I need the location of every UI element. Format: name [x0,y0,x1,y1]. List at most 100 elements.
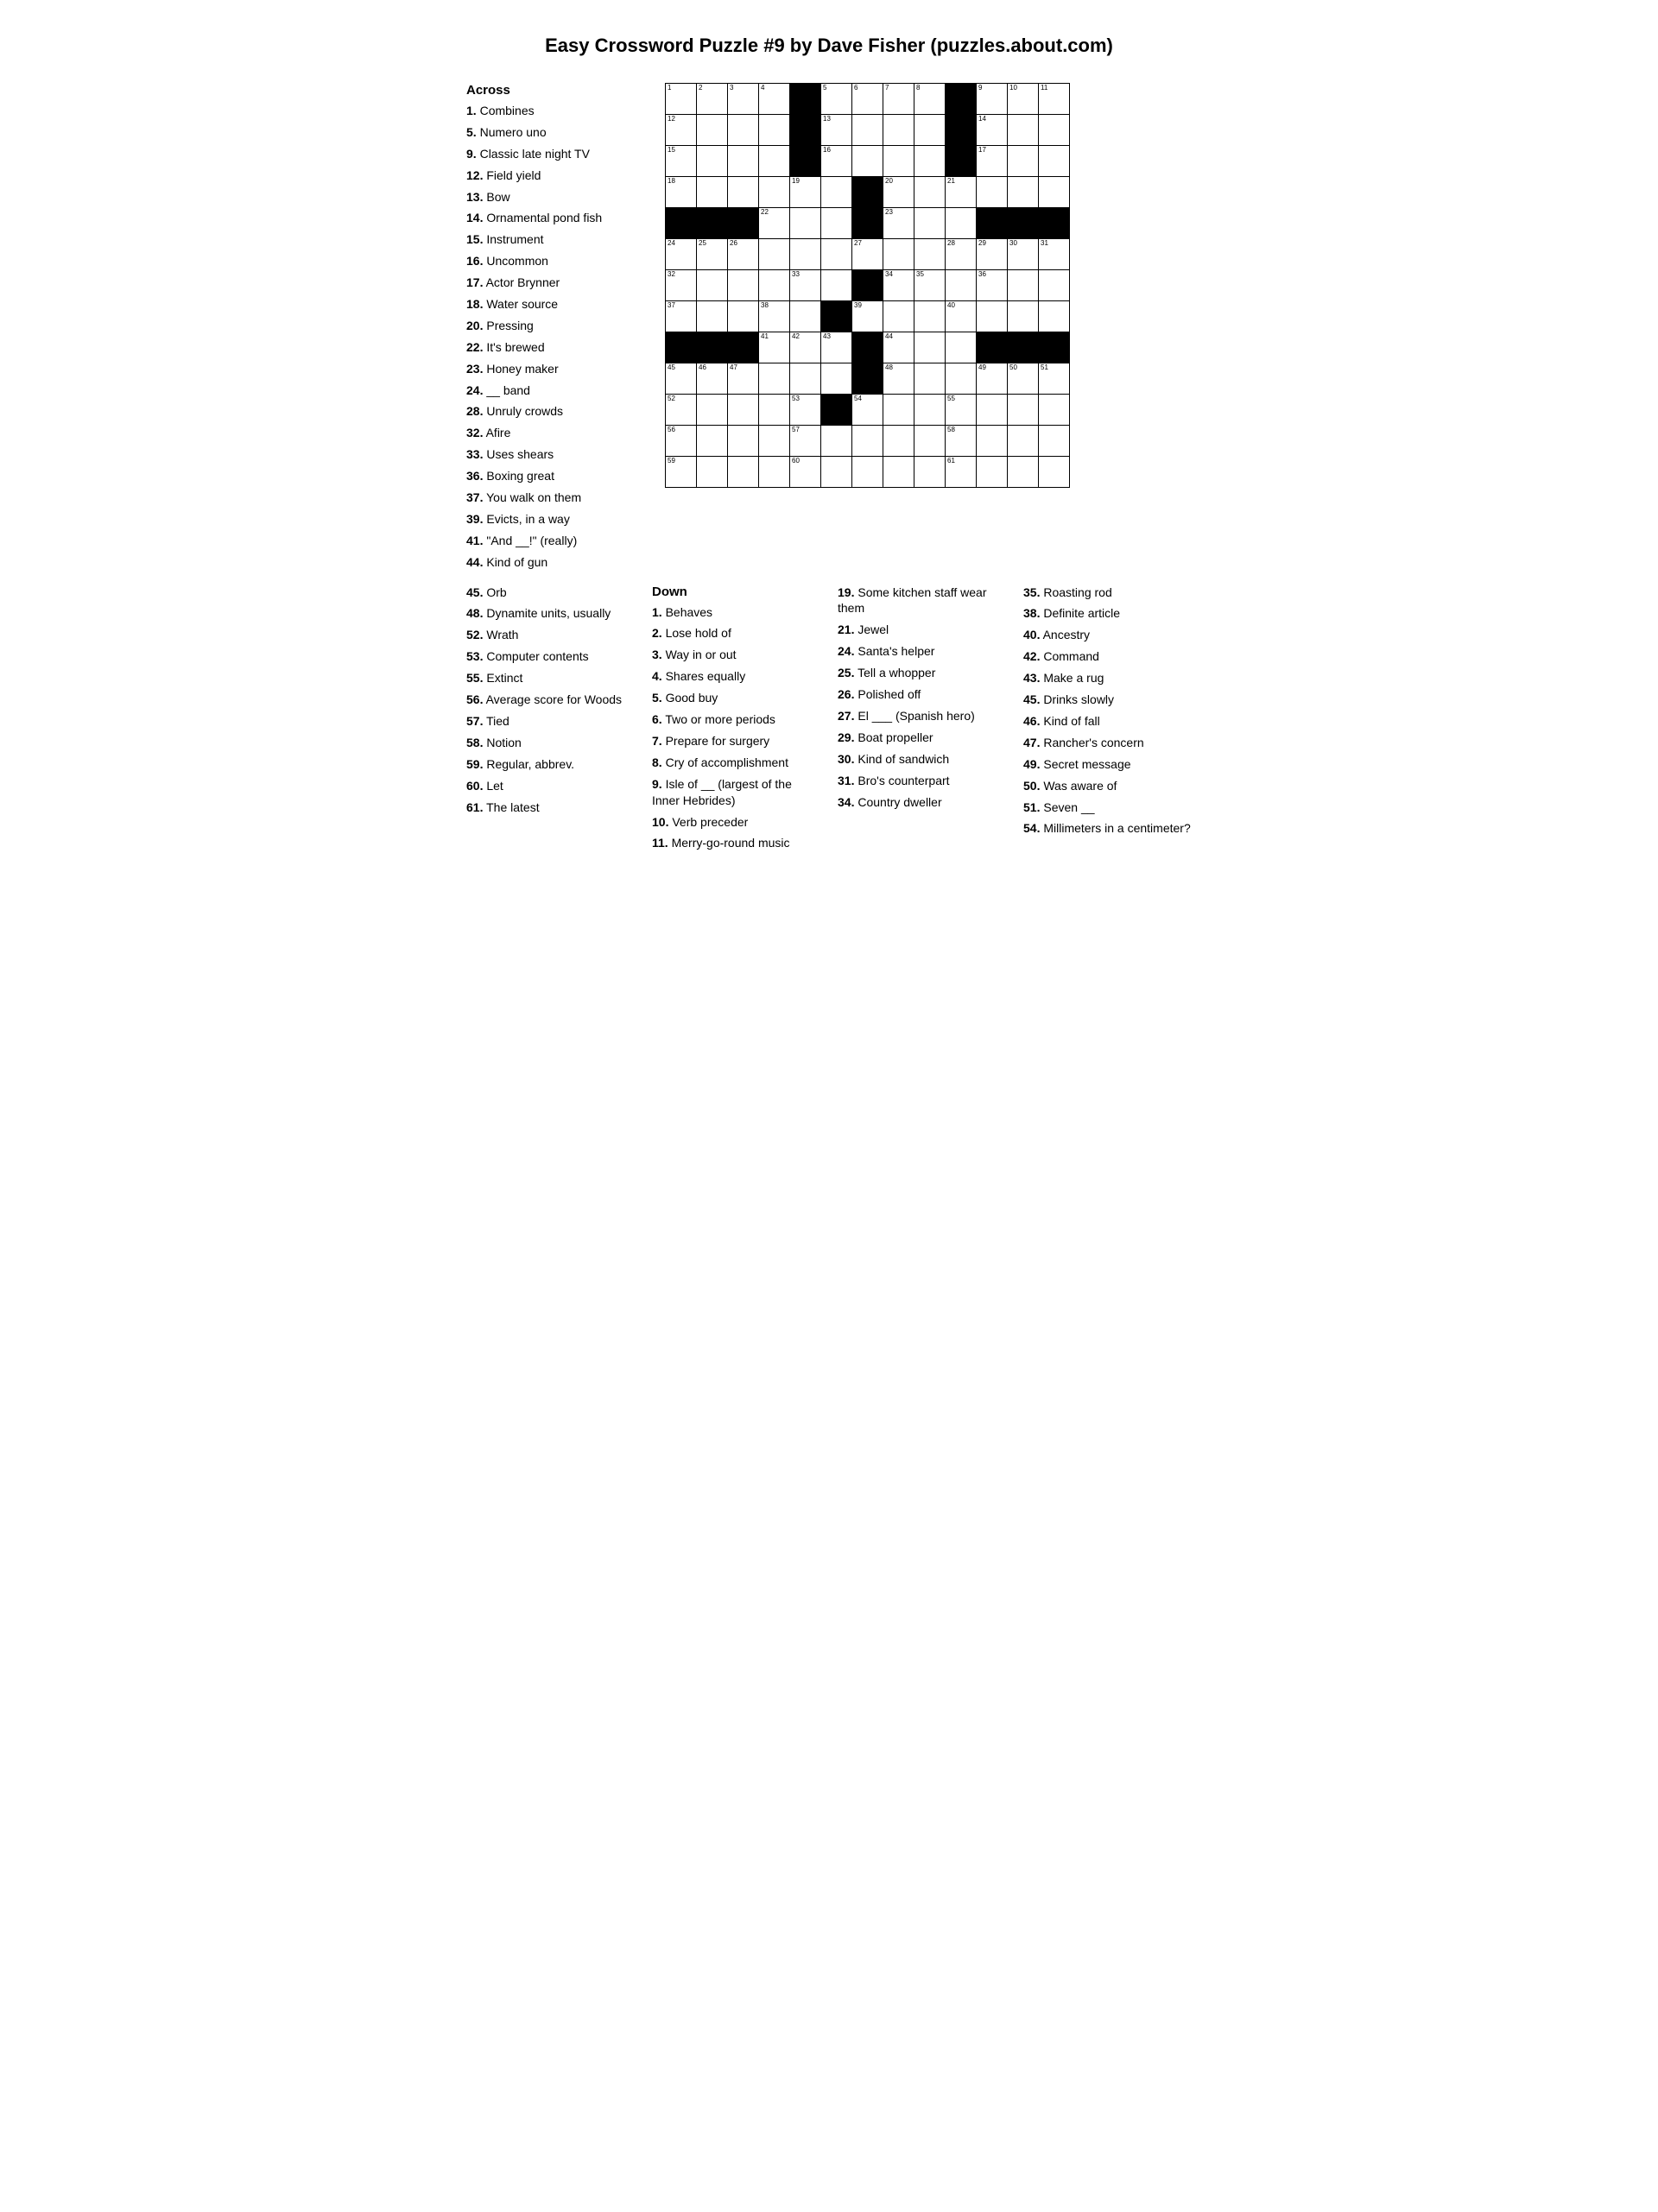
grid-cell: 61 [946,457,977,488]
clue-item: 46. Kind of fall [1023,713,1192,730]
grid-cell [852,332,883,363]
cell-number: 40 [947,302,955,309]
clue-item: 39. Evicts, in a way [466,511,639,528]
clue-item: 7. Prepare for surgery [652,733,820,749]
cell-number: 9 [978,85,982,92]
clue-item: 47. Rancher's concern [1023,735,1192,751]
grid-cell: 42 [790,332,821,363]
grid-cell: 17 [977,146,1008,177]
grid-cell [1008,208,1039,239]
clue-item: 44. Kind of gun [466,554,639,571]
grid-cell: 51 [1039,363,1070,395]
clue-item: 61. The latest [466,799,635,816]
grid-cell: 8 [914,84,946,115]
grid-cell: 11 [1039,84,1070,115]
grid-cell: 41 [759,332,790,363]
grid-cell [1039,426,1070,457]
clue-item: 57. Tied [466,713,635,730]
cell-number: 5 [823,85,826,92]
grid-cell [728,426,759,457]
clue-item: 1. Combines [466,103,639,119]
grid-cell: 50 [1008,363,1039,395]
grid-cell [728,270,759,301]
clue-item: 10. Verb preceder [652,814,820,831]
grid-cell [759,177,790,208]
grid-cell [1008,270,1039,301]
grid-cell [1008,426,1039,457]
grid-cell [914,301,946,332]
grid-cell [1039,270,1070,301]
cell-number: 32 [668,271,675,278]
cell-number: 35 [916,271,924,278]
grid-cell [728,301,759,332]
clue-item: 31. Bro's counterpart [838,773,1006,789]
grid-cell [666,208,697,239]
clue-item: 29. Boat propeller [838,730,1006,746]
clue-item: 35. Roasting rod [1023,585,1192,601]
clue-item: 45. Orb [466,585,635,601]
grid-cell: 3 [728,84,759,115]
clue-item: 2. Lose hold of [652,625,820,641]
grid-cell: 35 [914,270,946,301]
clue-item: 4. Shares equally [652,668,820,685]
clue-item: 38. Definite article [1023,605,1192,622]
grid-cell [914,426,946,457]
clue-item: 52. Wrath [466,627,635,643]
grid-cell [852,208,883,239]
cell-number: 24 [668,240,675,247]
cell-number: 39 [854,302,862,309]
grid-cell [1008,332,1039,363]
grid-cell: 38 [759,301,790,332]
cell-number: 38 [761,302,769,309]
grid-cell: 46 [697,363,728,395]
grid-cell: 4 [759,84,790,115]
clue-item: 50. Was aware of [1023,778,1192,794]
clue-item: 45. Drinks slowly [1023,692,1192,708]
grid-cell: 53 [790,395,821,426]
grid-cell: 28 [946,239,977,270]
clue-item: 27. El ___ (Spanish hero) [838,708,1006,724]
crossword-grid: 1234567891011121314151617181920212223242… [665,83,1070,505]
cell-number: 27 [854,240,862,247]
grid-cell: 19 [790,177,821,208]
grid-cell [852,457,883,488]
grid-cell: 27 [852,239,883,270]
grid-cell: 58 [946,426,977,457]
clue-item: 1. Behaves [652,604,820,621]
grid-cell: 44 [883,332,914,363]
grid-cell [946,332,977,363]
grid-cell [914,177,946,208]
cell-number: 41 [761,333,769,340]
grid-cell [697,115,728,146]
cell-number: 33 [792,271,800,278]
grid-cell [790,115,821,146]
grid-cell [852,270,883,301]
clue-item: 26. Polished off [838,686,1006,703]
grid-cell: 37 [666,301,697,332]
cell-number: 61 [947,458,955,465]
grid: 1234567891011121314151617181920212223242… [665,83,1070,488]
clue-item: 32. Afire [466,425,639,441]
grid-cell: 48 [883,363,914,395]
grid-cell [883,395,914,426]
across-clues-left: Across 1. Combines5. Numero uno9. Classi… [466,83,639,576]
cell-number: 2 [699,85,702,92]
grid-cell: 10 [1008,84,1039,115]
clue-item: 42. Command [1023,648,1192,665]
grid-cell [821,301,852,332]
grid-cell: 32 [666,270,697,301]
grid-cell [821,270,852,301]
grid-cell: 25 [697,239,728,270]
grid-cell [1039,146,1070,177]
grid-cell [1008,457,1039,488]
grid-cell [883,301,914,332]
grid-cell [883,239,914,270]
grid-cell [852,363,883,395]
cell-number: 11 [1041,85,1047,92]
grid-cell: 57 [790,426,821,457]
clue-item: 60. Let [466,778,635,794]
grid-cell: 23 [883,208,914,239]
grid-cell: 13 [821,115,852,146]
clue-item: 17. Actor Brynner [466,275,639,291]
grid-cell [914,457,946,488]
